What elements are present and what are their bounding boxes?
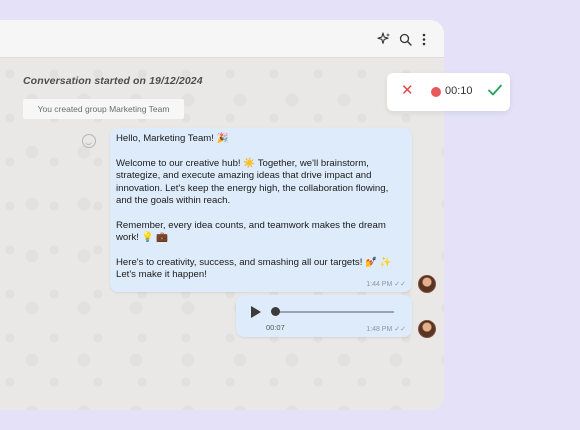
play-icon[interactable] (251, 306, 261, 318)
search-icon[interactable] (396, 30, 414, 48)
recording-indicator (431, 87, 441, 97)
emoji-reaction-icon[interactable] (82, 134, 96, 148)
message-bubble[interactable]: Hello, Marketing Team! 🎉 Welcome to our … (110, 128, 412, 292)
sparkle-icon[interactable] (375, 30, 393, 48)
chat-window: Conversation started on 19/12/2024 You c… (0, 20, 444, 410)
more-vertical-icon[interactable] (415, 30, 433, 48)
system-message: You created group Marketing Team (23, 99, 184, 119)
message-time: 1:48 PM (366, 326, 393, 333)
message-meta: 1:44 PM ✓✓ (366, 280, 406, 288)
message-time: 1:44 PM (366, 281, 393, 288)
read-receipt-icon: ✓✓ (394, 326, 406, 333)
check-icon[interactable] (487, 82, 503, 98)
avatar[interactable] (418, 320, 436, 338)
voice-progress-track[interactable] (274, 311, 394, 313)
voice-progress-handle[interactable] (271, 307, 280, 316)
avatar[interactable] (418, 275, 436, 293)
read-receipt-icon: ✓✓ (394, 281, 406, 288)
conversation-start-label: Conversation started on 19/12/2024 (23, 75, 203, 87)
voice-recorder-panel: ✕ 00:10 (387, 73, 510, 111)
close-icon[interactable]: ✕ (401, 83, 415, 99)
chat-header (0, 20, 444, 58)
message-meta: 1:48 PM ✓✓ (366, 325, 406, 333)
voice-message-bubble[interactable]: 00:07 1:48 PM ✓✓ (236, 295, 412, 337)
message-text: Hello, Marketing Team! 🎉 Welcome to our … (116, 133, 392, 281)
voice-duration: 00:07 (266, 323, 285, 332)
recording-elapsed: 00:10 (445, 85, 473, 97)
